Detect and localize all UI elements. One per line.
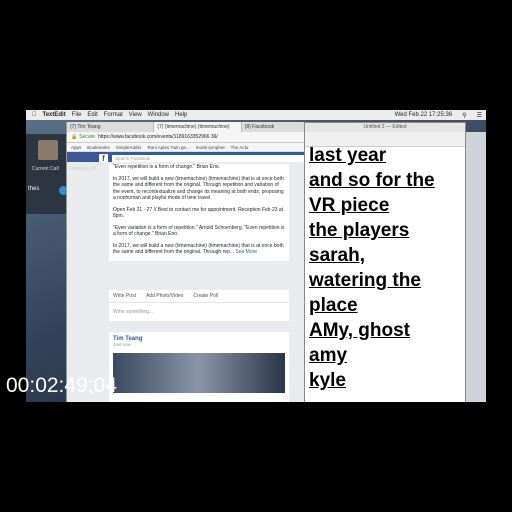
write-post-button[interactable]: Write Post <box>113 293 136 299</box>
menubar-clock[interactable]: Wed Feb 22 17:25:36 <box>395 112 453 118</box>
facebook-search-input[interactable]: Search Facebook <box>112 154 305 162</box>
post-timestamp: Just now · ◌ <box>113 342 138 347</box>
app-menu[interactable]: TextEdit <box>43 112 66 118</box>
document-line: VR piece <box>309 195 390 216</box>
menu-view[interactable]: View <box>129 112 142 118</box>
textedit-window: Untitled 2 — Edited last year and so for… <box>304 122 466 402</box>
menu-file[interactable]: File <box>72 112 82 118</box>
see-more-link[interactable]: See More <box>235 249 257 255</box>
address-bar[interactable]: 🔒 Secure https://www.facebook.com/events… <box>67 132 329 143</box>
list-icon[interactable]: ☰ <box>477 112 482 119</box>
menu-help[interactable]: Help <box>175 112 187 118</box>
document-line: place <box>309 295 358 316</box>
bookmark-rani[interactable]: Rani Aptes Twin ge... <box>148 145 190 150</box>
timecode-overlay: 00:02:49;04 <box>6 374 117 397</box>
apple-icon[interactable]:  <box>32 112 37 118</box>
menu-window[interactable]: Window <box>148 112 169 118</box>
call-status: Current Call <box>32 166 59 172</box>
lock-icon: 🔒 <box>71 134 78 140</box>
write-something-input[interactable]: Write something... <box>109 303 289 321</box>
add-photo-button[interactable]: Add Photo/Video <box>146 293 183 299</box>
bookmark-simpleadder[interactable]: SimpleAdder <box>116 145 142 150</box>
post-paragraph-text: In 2017, we will build a new (timemachin… <box>113 242 284 256</box>
textedit-document[interactable]: last year and so for the VR piece the pl… <box>309 143 465 393</box>
document-line: amy <box>309 345 348 366</box>
document-line: the players <box>309 220 410 241</box>
feed-post: Tim Teang Just now · ◌ <box>109 332 289 402</box>
document-line: watering the <box>309 270 421 291</box>
post-paragraph: In 2017, we will build a new (timemachin… <box>109 243 289 256</box>
post-paragraph: In 2017, we will build a new (timemachin… <box>113 175 284 202</box>
tab-strip: (7) Tim Teang (7) (timemachine) (timemac… <box>67 122 329 132</box>
caller-name: thes <box>28 186 40 192</box>
menu-bar:  TextEdit File Edit Format View Window … <box>26 110 486 120</box>
secure-label: Secure <box>79 134 96 140</box>
tab-timemachine[interactable]: (7) (timemachine) (timemachine) <box>154 122 242 132</box>
post-paragraph: Open Feb 21 - 27 // Best to contact me f… <box>113 206 284 220</box>
caller-avatar <box>38 140 58 160</box>
event-date-label: February 23 <box>69 166 96 172</box>
screen-recording:  TextEdit File Edit Format View Window … <box>26 110 486 402</box>
post-paragraph: "Even repetition is a form of change." B… <box>113 164 220 170</box>
url-text[interactable]: https://www.facebook.com/events/11891633… <box>98 134 218 140</box>
document-line: AMy, ghost <box>309 320 410 341</box>
post-image[interactable] <box>113 353 285 393</box>
bookmark-actu[interactable]: The Actu <box>231 145 249 150</box>
document-line: sarah, <box>309 245 365 266</box>
textedit-title: Untitled 2 — Edited <box>305 123 465 132</box>
facebook-page: February 23 "Even repetition is a form o… <box>67 162 329 402</box>
bookmark-monk[interactable]: monk+prophet <box>196 145 225 150</box>
create-poll-button[interactable]: Create Poll <box>193 293 218 299</box>
bookmark-apps[interactable]: Apps <box>71 145 81 150</box>
spotlight-icon[interactable]: ⚲ <box>462 112 466 119</box>
browser-window: (7) Tim Teang (7) (timemachine) (timemac… <box>66 122 329 402</box>
post-paragraph: "Even variation is a form of repetition.… <box>113 224 285 238</box>
bookmarks-bar: Apps Bookmarks SimpleAdder Rani Aptes Tw… <box>67 143 329 152</box>
document-line: and so for the <box>309 170 435 191</box>
event-description: "Even repetition is a form of change." B… <box>109 164 289 261</box>
document-line: last year <box>309 145 387 166</box>
document-line: kyle <box>309 370 346 391</box>
menu-format[interactable]: Format <box>104 112 123 118</box>
menu-edit[interactable]: Edit <box>87 112 97 118</box>
tab-tim-teang[interactable]: (7) Tim Teang <box>67 122 155 132</box>
bookmark-bookmarks[interactable]: Bookmarks <box>87 145 110 150</box>
composer: Write Post Add Photo/Video Create Poll W… <box>109 290 289 321</box>
